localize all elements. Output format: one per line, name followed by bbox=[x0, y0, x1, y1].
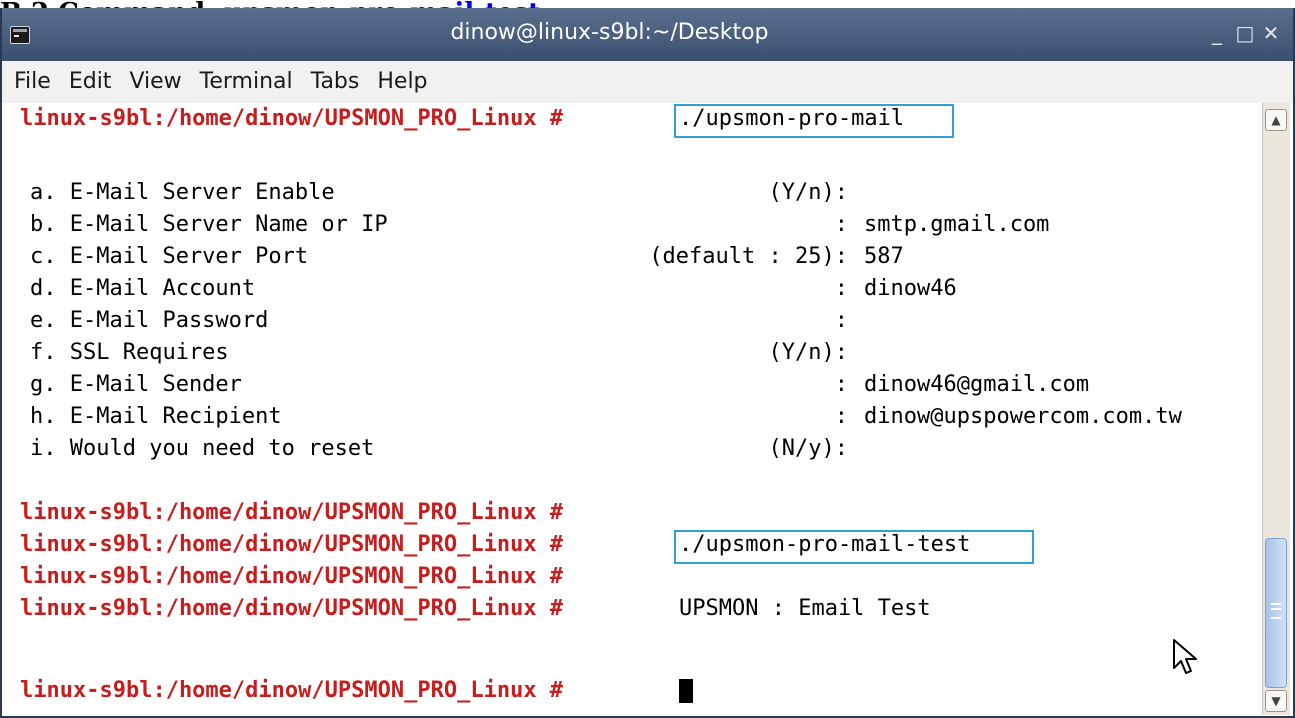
window-titlebar[interactable]: dinow@linux-s9bl:~/Desktop _ □ ✕ bbox=[2, 8, 1293, 61]
heading-prefix: B.2 Command : bbox=[0, 0, 224, 8]
field-hint: (default : 25): bbox=[649, 244, 848, 269]
minimize-button[interactable]: _ bbox=[1206, 22, 1228, 44]
scroll-thumb[interactable] bbox=[1265, 538, 1287, 688]
field-label: g. E-Mail Sender bbox=[30, 372, 242, 397]
scroll-down-arrow-icon[interactable]: ▼ bbox=[1265, 690, 1287, 712]
field-hint: (Y/n): bbox=[768, 340, 848, 365]
field-value: dinow46 bbox=[864, 276, 957, 301]
grip-icon bbox=[1271, 603, 1281, 619]
command-mail: ./upsmon-pro-mail bbox=[679, 106, 905, 131]
field-hint: : bbox=[834, 308, 848, 333]
menubar: File Edit View Terminal Tabs Help bbox=[2, 61, 1293, 103]
terminal-window: dinow@linux-s9bl:~/Desktop _ □ ✕ File Edi… bbox=[0, 8, 1295, 718]
menu-terminal[interactable]: Terminal bbox=[194, 61, 299, 103]
prompt-line-4: linux-s9bl:/home/dinow/UPSMON_PRO_Linux … bbox=[20, 564, 564, 589]
menu-view[interactable]: View bbox=[123, 61, 187, 103]
field-label: c. E-Mail Server Port bbox=[30, 244, 309, 269]
field-hint: : bbox=[834, 372, 848, 397]
field-label: d. E-Mail Account bbox=[30, 276, 256, 301]
menu-edit[interactable]: Edit bbox=[63, 61, 118, 103]
test-output: UPSMON : Email Test bbox=[679, 596, 931, 621]
prompt-line-3: linux-s9bl:/home/dinow/UPSMON_PRO_Linux … bbox=[20, 532, 564, 557]
prompt-line-1: linux-s9bl:/home/dinow/UPSMON_PRO_Linux … bbox=[20, 106, 564, 131]
field-hint: : bbox=[834, 404, 848, 429]
field-label: h. E-Mail Recipient bbox=[30, 404, 282, 429]
text-cursor bbox=[679, 679, 693, 703]
field-label: a. E-Mail Server Enable bbox=[30, 180, 335, 205]
command-mail-test: ./upsmon-pro-mail-test bbox=[679, 532, 971, 557]
field-label: e. E-Mail Password bbox=[30, 308, 269, 333]
field-value: 587 bbox=[864, 244, 904, 269]
heading-link[interactable]: upsmon-pro-mail-test bbox=[224, 0, 540, 8]
prompt-line-6: linux-s9bl:/home/dinow/UPSMON_PRO_Linux … bbox=[20, 678, 564, 703]
field-hint: (N/y): bbox=[768, 436, 848, 461]
field-hint: : bbox=[834, 212, 848, 237]
terminal-output[interactable]: linux-s9bl:/home/dinow/UPSMON_PRO_Linux … bbox=[2, 103, 1258, 716]
prompt-line-2: linux-s9bl:/home/dinow/UPSMON_PRO_Linux … bbox=[20, 500, 564, 525]
menu-help[interactable]: Help bbox=[371, 61, 433, 103]
mouse-pointer-icon bbox=[1173, 639, 1197, 674]
vertical-scrollbar[interactable]: ▲ ▼ bbox=[1262, 103, 1290, 715]
scroll-up-arrow-icon[interactable]: ▲ bbox=[1265, 109, 1287, 131]
menu-file[interactable]: File bbox=[8, 61, 57, 103]
prompt-line-5: linux-s9bl:/home/dinow/UPSMON_PRO_Linux … bbox=[20, 596, 564, 621]
field-hint: : bbox=[834, 276, 848, 301]
field-value: dinow46@gmail.com bbox=[864, 372, 1090, 397]
field-value: dinow@upspowercom.com.tw bbox=[864, 404, 1182, 429]
menu-tabs[interactable]: Tabs bbox=[305, 61, 366, 103]
field-label: b. E-Mail Server Name or IP bbox=[30, 212, 388, 237]
close-button[interactable]: ✕ bbox=[1260, 22, 1282, 44]
maximize-button[interactable]: □ bbox=[1234, 22, 1256, 44]
field-label: f. SSL Requires bbox=[30, 340, 229, 365]
field-label: i. Would you need to reset bbox=[30, 436, 375, 461]
document-heading: B.2 Command : upsmon-pro-mail-test bbox=[0, 0, 1295, 8]
window-title: dinow@linux-s9bl:~/Desktop bbox=[450, 20, 769, 45]
field-value: smtp.gmail.com bbox=[864, 212, 1050, 237]
field-hint: (Y/n): bbox=[768, 180, 848, 205]
